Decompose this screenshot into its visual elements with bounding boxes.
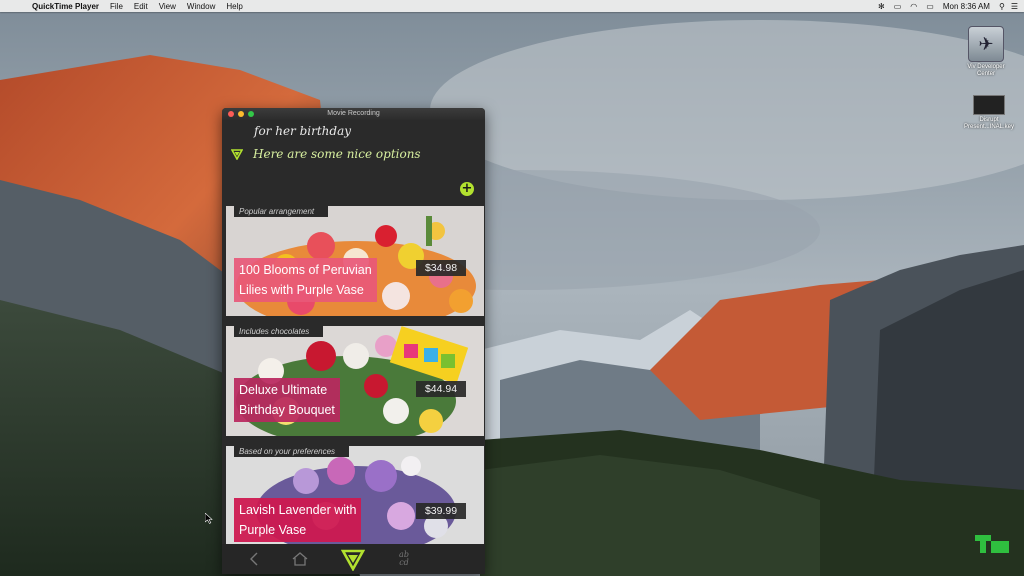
card-title-line: Birthday Bouquet [239, 403, 335, 417]
viv-assistant-button[interactable] [338, 544, 368, 574]
price-badge: $39.99 [416, 503, 466, 519]
keynote-file-icon [973, 95, 1005, 115]
viv-logo-icon [231, 149, 243, 160]
desktop-icon-keynote-file[interactable]: Disrupt Present...INAL.key [954, 95, 1024, 131]
menu-window[interactable]: Window [187, 2, 215, 11]
wallpaper [0, 0, 1024, 576]
card-title-line: 100 Blooms of Peruvian [239, 263, 372, 277]
keyboard-icon-line: cd [399, 558, 409, 567]
card-title: Deluxe Ultimate Birthday Bouquet [234, 378, 340, 422]
desktop-icon-viv-developer-center[interactable]: ✈ Viv Developer Center [951, 26, 1021, 78]
airplay-icon[interactable]: ▭ [894, 2, 902, 11]
desktop-icon-label: Disrupt [979, 117, 999, 123]
card-title-line: Purple Vase [239, 523, 307, 537]
card-title-line: Lilies with Purple Vase [239, 283, 364, 297]
price-badge: $34.98 [416, 260, 466, 276]
viv-app-icon: ✈ [968, 26, 1004, 62]
desktop-icon-label: Viv Developer [967, 64, 1005, 70]
assistant-response: Here are some nice options [231, 147, 421, 161]
price-badge: $44.94 [416, 381, 466, 397]
quicktime-window: Movie Recording for her birthday Here ar… [222, 108, 485, 574]
menu-edit[interactable]: Edit [134, 2, 148, 11]
keyboard-button[interactable]: ab cd [392, 544, 416, 574]
notification-center-icon[interactable]: ☰ [1011, 2, 1018, 11]
product-card[interactable]: Popular arrangement 100 Blooms of Peruvi… [226, 206, 484, 316]
battery-icon[interactable]: ▭ [926, 2, 934, 11]
card-tag: Popular arrangement [234, 206, 329, 217]
card-title: Lavish Lavender with Purple Vase [234, 498, 362, 542]
wifi-icon[interactable]: ◠ [910, 2, 917, 11]
desktop-icon-label: Present...INAL.key [963, 124, 1015, 130]
card-tag: Includes chocolates [234, 326, 324, 337]
add-icon[interactable]: + [460, 182, 474, 196]
product-card[interactable]: Includes chocolates Deluxe Ultimate Birt… [226, 326, 484, 436]
home-icon [292, 552, 308, 566]
bottom-nav-bar: ab cd [222, 544, 485, 574]
menu-clock[interactable]: Mon 8:36 AM [943, 2, 990, 11]
back-icon [250, 552, 258, 566]
product-card[interactable]: Based on your preferences Lavish Lavende… [226, 446, 484, 546]
desktop: QuickTime Player File Edit View Window H… [0, 0, 1024, 576]
card-title-line: Lavish Lavender with [239, 503, 357, 517]
spotlight-icon[interactable]: ⚲ [999, 2, 1005, 11]
window-titlebar[interactable]: Movie Recording [222, 108, 485, 120]
mouse-cursor [205, 513, 213, 524]
card-title: 100 Blooms of Peruvian Lilies with Purpl… [234, 258, 377, 302]
desktop-icon-label: Center [976, 71, 995, 77]
card-title-line: Deluxe Ultimate [239, 383, 328, 397]
menu-bar: QuickTime Player File Edit View Window H… [0, 0, 1024, 12]
status-settings-icon[interactable]: ✻ [878, 2, 885, 11]
menu-app-name[interactable]: QuickTime Player [32, 2, 99, 11]
menu-file[interactable]: File [110, 2, 123, 11]
user-query-text: for her birthday [254, 124, 352, 138]
menu-view[interactable]: View [159, 2, 176, 11]
back-button[interactable] [242, 544, 266, 574]
status-area: ✻ ▭ ◠ ▭ Mon 8:36 AM ⚲ ☰ [878, 0, 1024, 12]
viv-app-screen: for her birthday Here are some nice opti… [222, 120, 485, 574]
card-tag: Based on your preferences [234, 446, 350, 457]
techcrunch-logo [975, 535, 1009, 553]
home-button[interactable] [288, 544, 312, 574]
viv-logo-icon [341, 549, 365, 571]
response-text: Here are some nice options [253, 147, 421, 161]
window-title: Movie Recording [327, 110, 380, 117]
menu-help[interactable]: Help [226, 2, 242, 11]
